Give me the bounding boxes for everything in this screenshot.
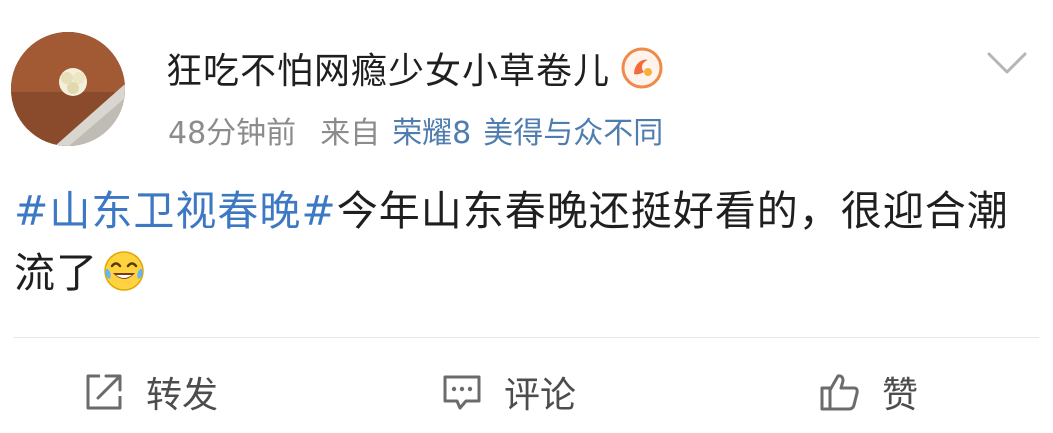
comment-label: 评论: [504, 375, 577, 416]
username[interactable]: 狂吃不怕网瘾少女小草卷儿: [166, 42, 610, 94]
post-actions: 转发 评论 赞: [0, 352, 1053, 432]
laughing-tears-emoji-icon: [102, 248, 146, 292]
username-row: 狂吃不怕网瘾少女小草卷儿: [166, 40, 664, 96]
repost-label: 转发: [146, 375, 219, 416]
source-device-link[interactable]: 荣耀8: [392, 108, 471, 152]
vip-badge-icon: [620, 46, 664, 90]
source-label: 来自: [320, 116, 381, 151]
repost-button[interactable]: 转发: [82, 352, 218, 432]
comment-icon: [440, 370, 484, 414]
weibo-post: 狂吃不怕网瘾少女小草卷儿 48分钟前 来自 荣耀8 美得与众不同 #山东卫视春晚…: [0, 0, 1053, 433]
divider: [14, 337, 1039, 338]
source-slogan-link[interactable]: 美得与众不同: [483, 108, 663, 152]
thumbs-up-icon: [818, 370, 862, 414]
post-content: #山东卫视春晚#今年山东春晚还挺好看的，很迎合潮流了: [14, 180, 1014, 304]
avatar-image: [11, 32, 125, 146]
avatar[interactable]: [11, 32, 125, 146]
post-meta: 48分钟前 来自 荣耀8 美得与众不同: [168, 108, 663, 152]
like-label: 赞: [882, 375, 919, 416]
comment-button[interactable]: 评论: [440, 352, 576, 432]
post-time: 48分钟前: [168, 116, 297, 151]
hashtag-link[interactable]: #山东卫视春晚#: [14, 187, 337, 235]
like-button[interactable]: 赞: [818, 352, 918, 432]
repost-icon: [82, 370, 126, 414]
chevron-down-icon[interactable]: [985, 48, 1029, 78]
